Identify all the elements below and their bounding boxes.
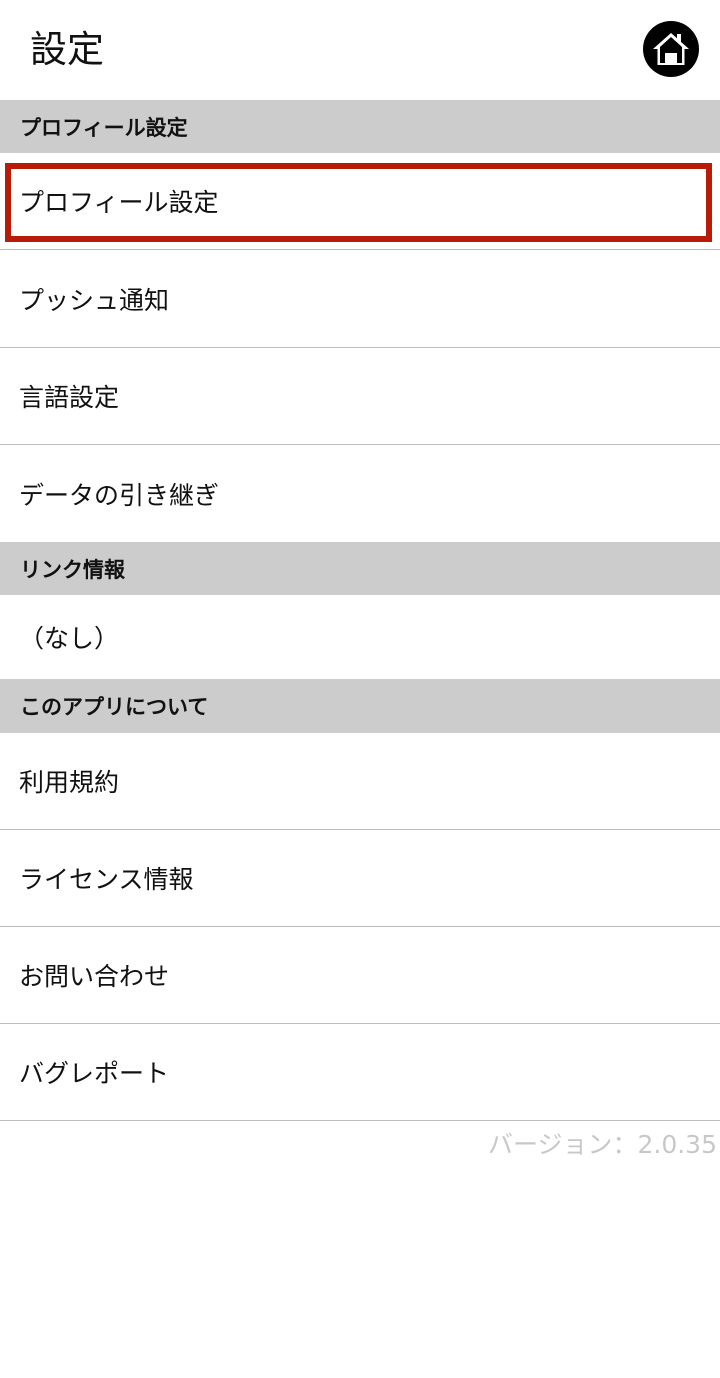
section-header-profile: プロフィール設定 xyxy=(0,100,720,153)
list-item-label: プッシュ通知 xyxy=(19,286,170,315)
list-item-label: お問い合わせ xyxy=(19,962,170,991)
list-item-label: ライセンス情報 xyxy=(19,865,194,894)
section-header-about: このアプリについて xyxy=(0,679,720,733)
home-button[interactable] xyxy=(643,21,699,77)
app-header: 設定 xyxy=(0,0,720,99)
list-item-language-settings[interactable]: 言語設定 xyxy=(0,348,720,445)
list-item-data-transfer[interactable]: データの引き継ぎ xyxy=(0,445,720,542)
list-item-push-notifications[interactable]: プッシュ通知 xyxy=(0,251,720,348)
list-item-label: プロフィール設定 xyxy=(19,188,219,217)
list-item-label: 利用規約 xyxy=(19,768,120,797)
version-label: バージョン：2.0.35 xyxy=(487,1130,717,1159)
list-item-label: 言語設定 xyxy=(19,383,120,412)
links-empty-text: （なし） xyxy=(0,595,720,679)
section-header-links: リンク情報 xyxy=(0,542,720,595)
list-item-terms-of-use[interactable]: 利用規約 xyxy=(0,733,720,830)
empty-label: （なし） xyxy=(19,624,120,653)
list-item-label: データの引き継ぎ xyxy=(19,480,220,510)
page-title: 設定 xyxy=(30,28,104,71)
list-item-license-info[interactable]: ライセンス情報 xyxy=(0,830,720,927)
list-item-contact[interactable]: お問い合わせ xyxy=(0,927,720,1024)
list-item-profile-settings[interactable]: プロフィール設定 xyxy=(0,153,720,250)
list-item-label: バグレポート xyxy=(19,1059,170,1088)
list-item-bug-report[interactable]: バグレポート xyxy=(0,1024,720,1121)
home-icon xyxy=(653,33,689,65)
